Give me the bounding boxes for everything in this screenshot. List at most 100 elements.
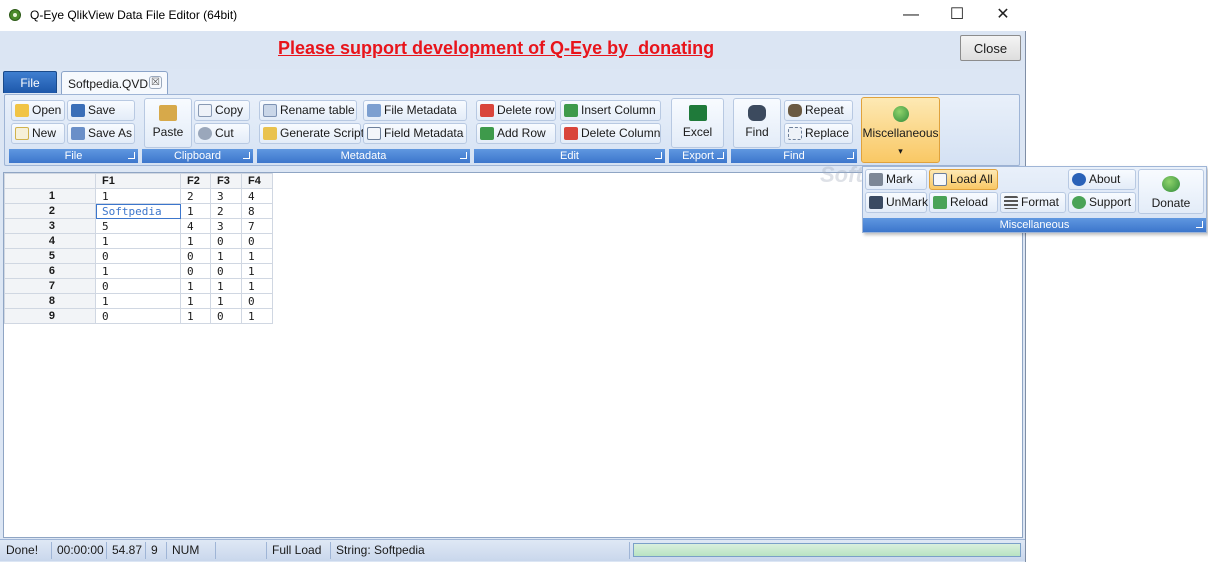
- generate-script-button[interactable]: Generate Script: [259, 123, 364, 144]
- delete-row-button[interactable]: Delete row: [476, 100, 556, 121]
- column-header[interactable]: F3: [210, 173, 242, 189]
- grid-cell[interactable]: 1: [180, 278, 211, 294]
- row-header[interactable]: 6: [4, 263, 96, 279]
- tab-close-icon[interactable]: ☒: [149, 76, 162, 89]
- grid-cell[interactable]: 1: [95, 293, 181, 309]
- donate-link[interactable]: Please support development of Q-Eye by d…: [278, 38, 714, 59]
- dialog-launcher-icon[interactable]: [847, 152, 854, 159]
- grid-cell[interactable]: 1: [180, 308, 211, 324]
- grid-cell[interactable]: 1: [241, 278, 273, 294]
- row-header[interactable]: 8: [4, 293, 96, 309]
- paste-button[interactable]: Paste: [144, 98, 192, 148]
- ribbon-group-metadata: Rename table File Metadata Generate Scri…: [257, 96, 470, 164]
- find-button[interactable]: Find: [733, 98, 781, 148]
- open-button[interactable]: Open: [11, 100, 65, 121]
- maximize-button[interactable]: ☐: [934, 0, 980, 31]
- load-all-button[interactable]: Load All: [929, 169, 998, 190]
- row-header[interactable]: 7: [4, 278, 96, 294]
- grid-cell[interactable]: 5: [95, 218, 181, 234]
- mark-button[interactable]: Mark: [865, 169, 927, 190]
- grid-cell[interactable]: 4: [180, 218, 211, 234]
- support-button[interactable]: Support: [1068, 192, 1136, 213]
- grid-cell[interactable]: 0: [210, 308, 242, 324]
- grid-cell[interactable]: 2: [210, 203, 242, 219]
- grid-cell[interactable]: 1: [95, 233, 181, 249]
- tab-file[interactable]: File: [3, 71, 57, 93]
- grid-cell[interactable]: 2: [180, 188, 211, 204]
- grid-cell[interactable]: 1: [210, 278, 242, 294]
- about-button[interactable]: About: [1068, 169, 1136, 190]
- grid-cell[interactable]: 1: [95, 263, 181, 279]
- row-header[interactable]: 4: [4, 233, 96, 249]
- donate-button[interactable]: Donate: [1138, 169, 1204, 214]
- grid-cell[interactable]: 1: [180, 203, 211, 219]
- window-title: Q-Eye QlikView Data File Editor (64bit): [30, 8, 238, 22]
- copy-button[interactable]: Copy: [194, 100, 250, 121]
- dialog-launcher-icon[interactable]: [1196, 221, 1203, 228]
- grid-cell[interactable]: 1: [241, 263, 273, 279]
- repeat-button[interactable]: Repeat: [784, 100, 853, 121]
- file-metadata-button[interactable]: File Metadata: [363, 100, 467, 121]
- grid-cell[interactable]: 4: [241, 188, 273, 204]
- dialog-launcher-icon[interactable]: [128, 152, 135, 159]
- save-button[interactable]: Save: [67, 100, 135, 121]
- row-header[interactable]: 5: [4, 248, 96, 264]
- grid-cell[interactable]: 1: [210, 293, 242, 309]
- new-label: New: [32, 126, 57, 140]
- rename-table-button[interactable]: Rename table: [259, 100, 357, 121]
- insert-column-button[interactable]: Insert Column: [560, 100, 661, 121]
- ribbon-group-file: Open Save New Save As File: [9, 96, 138, 164]
- save-as-button[interactable]: Save As: [67, 123, 135, 144]
- grid-cell[interactable]: 1: [241, 308, 273, 324]
- column-header[interactable]: F2: [180, 173, 211, 189]
- grid-cell[interactable]: 0: [95, 278, 181, 294]
- grid-cell[interactable]: 0: [95, 308, 181, 324]
- close-button[interactable]: Close: [960, 35, 1021, 61]
- dialog-launcher-icon[interactable]: [460, 152, 467, 159]
- corner-cell[interactable]: [4, 173, 96, 189]
- grid-cell[interactable]: 0: [210, 233, 242, 249]
- add-row-button[interactable]: Add Row: [476, 123, 556, 144]
- grid-cell[interactable]: 0: [180, 263, 211, 279]
- grid-cell[interactable]: 1: [210, 248, 242, 264]
- group-label-text: Find: [783, 150, 805, 162]
- cut-button[interactable]: Cut: [194, 123, 250, 144]
- grid-cell[interactable]: 8: [241, 203, 273, 219]
- grid-cell[interactable]: 1: [180, 233, 211, 249]
- excel-export-button[interactable]: Excel: [671, 98, 724, 148]
- row-header[interactable]: 2: [4, 203, 96, 219]
- grid-cell[interactable]: 1: [95, 188, 181, 204]
- delete-column-button[interactable]: Delete Column: [560, 123, 661, 144]
- dialog-launcher-icon[interactable]: [243, 152, 250, 159]
- field-metadata-button[interactable]: Field Metadata: [363, 123, 467, 144]
- miscellaneous-button[interactable]: Miscellaneous ▾: [861, 97, 940, 163]
- grid-cell[interactable]: 0: [210, 263, 242, 279]
- reload-button[interactable]: Reload: [929, 192, 998, 213]
- grid-cell[interactable]: 0: [241, 293, 273, 309]
- row-header[interactable]: 9: [4, 308, 96, 324]
- window-close-button[interactable]: ✕: [980, 0, 1026, 31]
- dialog-launcher-icon[interactable]: [717, 152, 724, 159]
- row-header[interactable]: 3: [4, 218, 96, 234]
- cut-label: Cut: [215, 126, 234, 140]
- ribbon-group-label-file: File: [9, 149, 138, 163]
- grid-cell[interactable]: 7: [241, 218, 273, 234]
- grid-cell[interactable]: 0: [241, 233, 273, 249]
- grid-cell[interactable]: 0: [180, 248, 211, 264]
- column-header[interactable]: F1: [95, 173, 181, 189]
- dialog-launcher-icon[interactable]: [655, 152, 662, 159]
- grid-cell[interactable]: 0: [95, 248, 181, 264]
- grid-cell[interactable]: 3: [210, 218, 242, 234]
- grid-cell-editing[interactable]: Softpedia: [95, 203, 181, 219]
- new-button[interactable]: New: [11, 123, 65, 144]
- column-header[interactable]: F4: [241, 173, 273, 189]
- unmark-button[interactable]: UnMark: [865, 192, 928, 213]
- row-header[interactable]: 1: [4, 188, 96, 204]
- grid-cell[interactable]: 1: [241, 248, 273, 264]
- replace-button[interactable]: Replace: [784, 123, 853, 144]
- minimize-button[interactable]: —: [888, 0, 934, 31]
- grid-cell[interactable]: 1: [180, 293, 211, 309]
- format-button[interactable]: Format: [1000, 192, 1066, 213]
- tab-document[interactable]: Softpedia.QVD ☒: [61, 71, 168, 94]
- grid-cell[interactable]: 3: [210, 188, 242, 204]
